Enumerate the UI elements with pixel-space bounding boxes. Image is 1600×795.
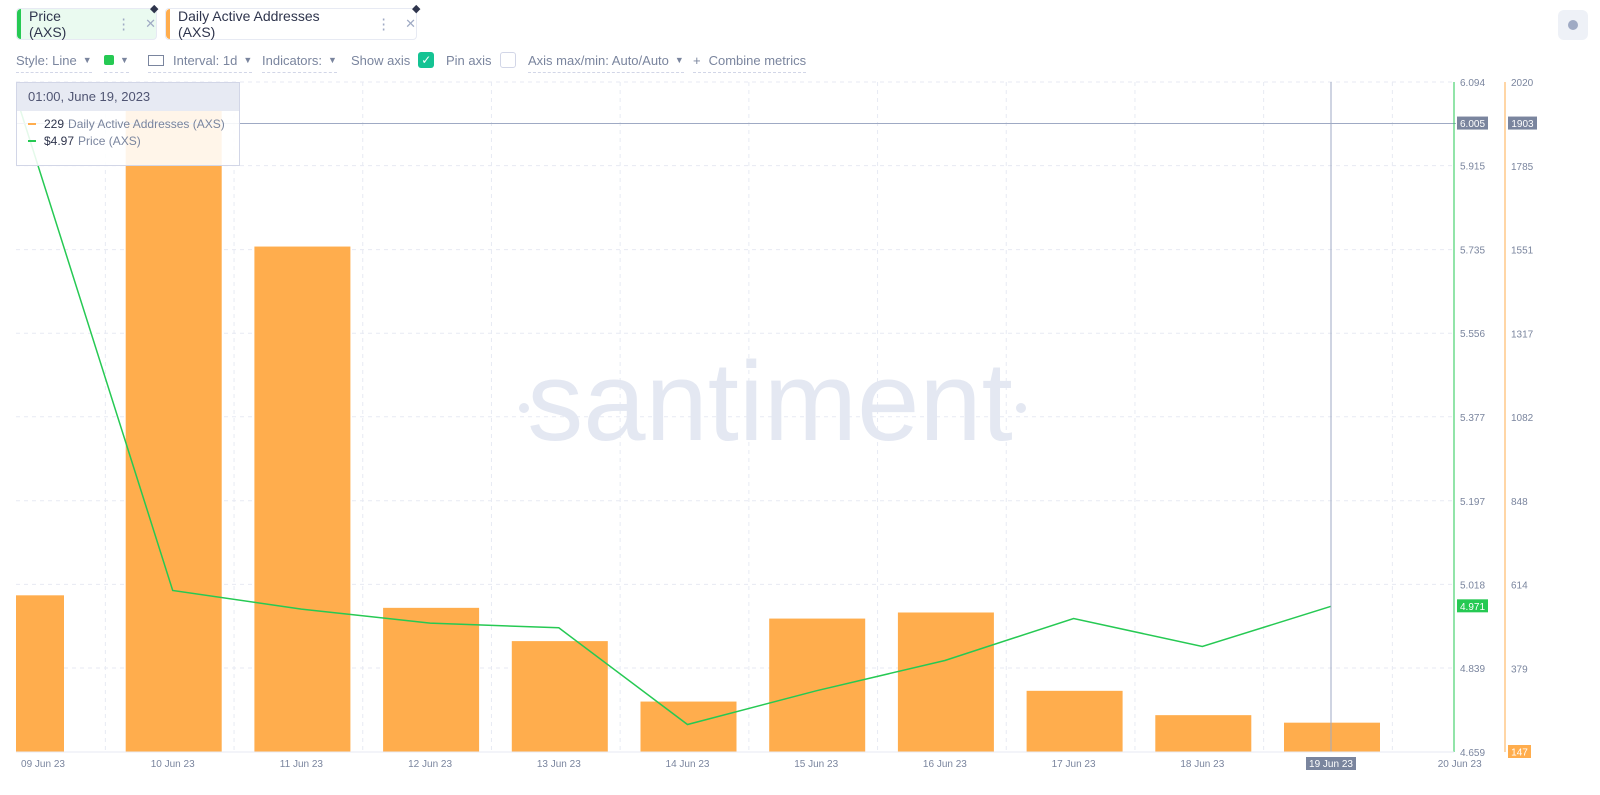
x-tick-label: 15 Jun 23 <box>794 759 838 770</box>
x-tick-label: 16 Jun 23 <box>923 759 967 770</box>
tooltip-series-name: Daily Active Addresses (AXS) <box>68 116 225 131</box>
dau-bar <box>511 641 608 752</box>
price-tick-label: 6.094 <box>1460 78 1485 89</box>
chart-tooltip: 01:00, June 19, 2023 229 Daily Active Ad… <box>16 82 240 166</box>
dau-bar <box>125 82 222 752</box>
x-tick-label: 19 Jun 23 <box>1309 759 1353 770</box>
tooltip-value: 229 <box>44 116 65 131</box>
dau-bar <box>383 607 480 752</box>
watermark-dot-left <box>519 403 529 413</box>
price-tick-label: 5.735 <box>1460 246 1485 257</box>
series-marker <box>28 122 36 125</box>
x-tick-label: 10 Jun 23 <box>151 759 195 770</box>
x-tick-label: 09 Jun 23 <box>21 759 65 770</box>
dau-bar <box>1026 690 1123 752</box>
dau-crosshair-marker: 1903 <box>1511 119 1534 130</box>
price-tick-label: 5.197 <box>1460 497 1485 508</box>
x-tick-label: 13 Jun 23 <box>537 759 581 770</box>
price-tick-label: 5.915 <box>1460 162 1485 173</box>
last-price-marker: 4.971 <box>1460 602 1485 613</box>
x-tick-label: 14 Jun 23 <box>666 759 710 770</box>
tooltip-date: 01:00, June 19, 2023 <box>17 83 239 111</box>
x-tick-label: 20 Jun 23 <box>1438 759 1482 770</box>
dau-bar <box>1155 715 1252 752</box>
price-tick-label: 5.377 <box>1460 413 1485 424</box>
dau-bar <box>769 618 866 752</box>
chart-canvas[interactable]: santiment 6.094 5.915 5.735 5.556 5.377 5.197… <box>0 0 1600 795</box>
dau-tick-label: 1551 <box>1511 246 1534 257</box>
x-tick-label: 18 Jun 23 <box>1180 759 1224 770</box>
tooltip-value: $4.97 <box>44 133 75 148</box>
price-tick-label: 4.839 <box>1460 664 1485 675</box>
tooltip-series-name: Price (AXS) <box>78 133 141 148</box>
price-tick-label: 5.018 <box>1460 580 1485 591</box>
dau-tick-label: 2020 <box>1511 78 1534 89</box>
dau-tick-label: 1785 <box>1511 162 1534 173</box>
dau-bar <box>1284 722 1380 752</box>
dau-bar <box>640 701 737 752</box>
series-marker <box>28 139 36 142</box>
x-tick-label: 17 Jun 23 <box>1052 759 1096 770</box>
dau-tick-label: 379 <box>1511 664 1528 675</box>
x-tick-label: 12 Jun 23 <box>408 759 452 770</box>
dau-bar <box>897 612 994 752</box>
dau-tick-label: 1317 <box>1511 329 1534 340</box>
x-tick-label: 11 Jun 23 <box>280 759 324 770</box>
dau-tick-label: 614 <box>1511 581 1528 592</box>
santiment-watermark: santiment <box>527 339 1013 464</box>
dau-bar <box>254 246 351 752</box>
price-tick-label: 5.556 <box>1460 329 1485 340</box>
tooltip-row: 229 Daily Active Addresses (AXS) <box>17 115 239 132</box>
price-crosshair-marker: 6.005 <box>1460 119 1485 130</box>
dau-tick-label: 1082 <box>1511 413 1534 424</box>
dau-tick-label: 848 <box>1511 497 1528 508</box>
watermark-dot-right <box>1016 403 1026 413</box>
dau-bar <box>16 595 64 752</box>
price-tick-label: 4.659 <box>1460 748 1485 759</box>
min-dau-marker: 147 <box>1511 748 1528 759</box>
tooltip-row: $4.97 Price (AXS) <box>17 132 239 149</box>
